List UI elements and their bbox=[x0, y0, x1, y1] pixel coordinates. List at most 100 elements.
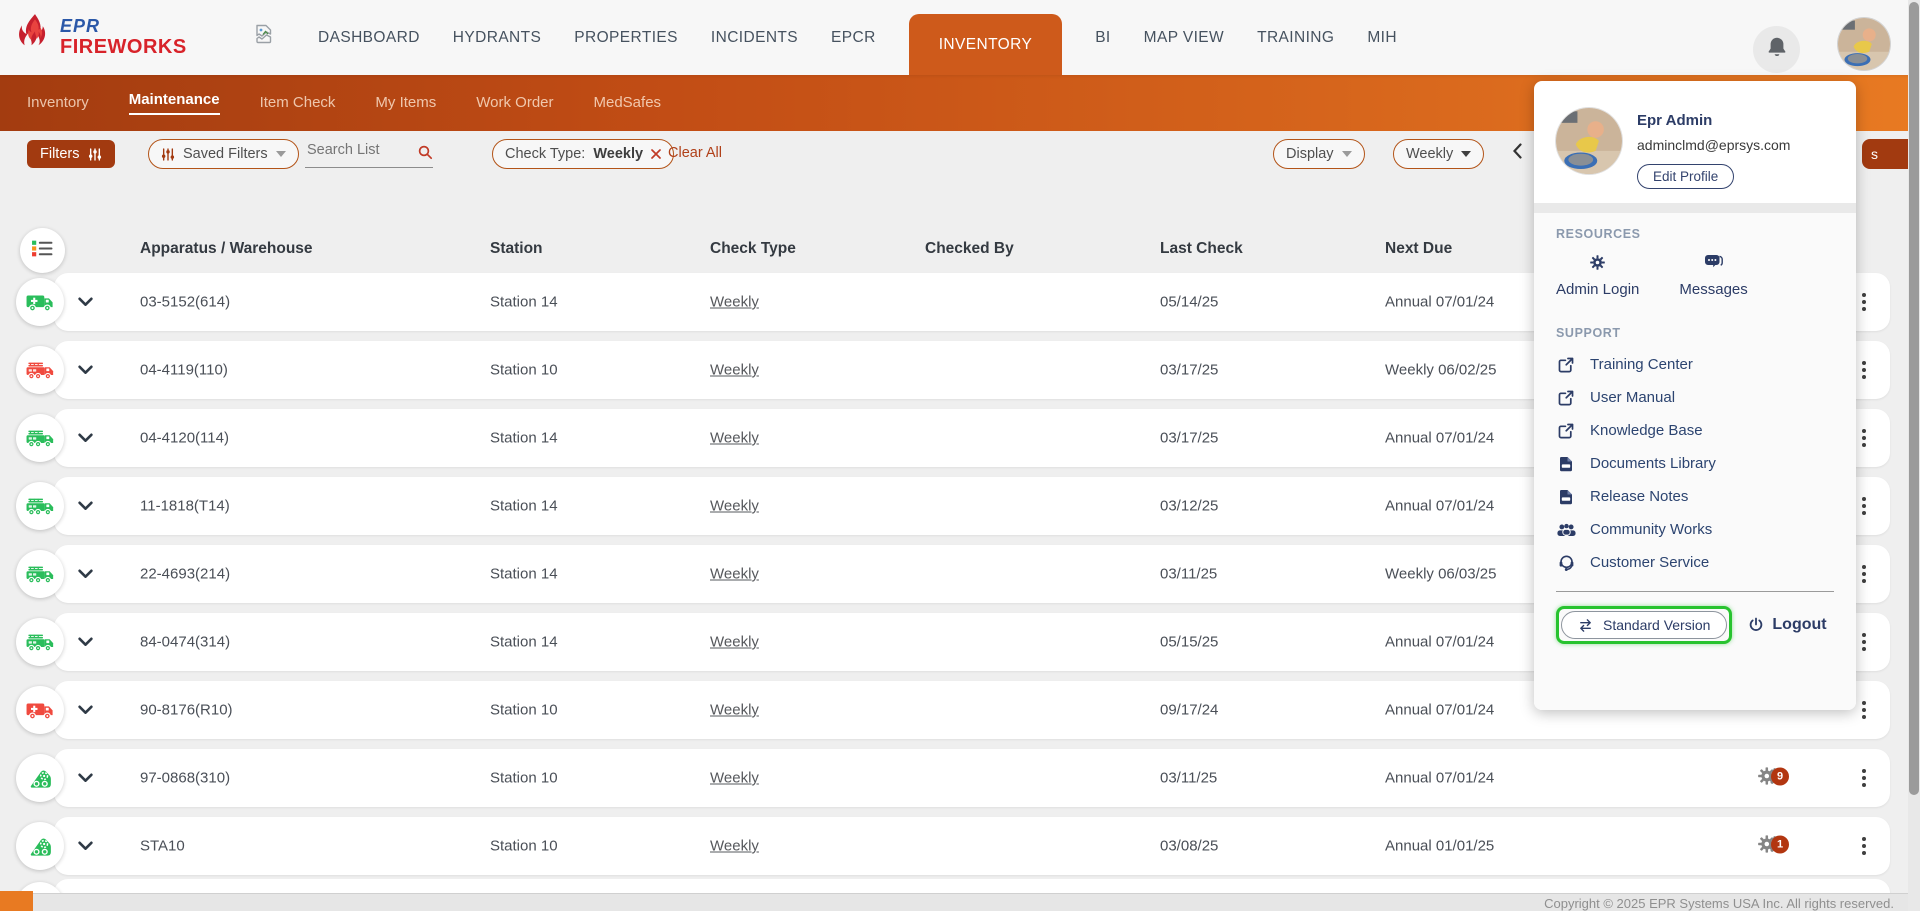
expand-chevron-icon[interactable] bbox=[78, 501, 93, 511]
support-link-knowledge-base[interactable]: Knowledge Base bbox=[1556, 414, 1834, 447]
support-link-training-center[interactable]: Training Center bbox=[1556, 348, 1834, 381]
expand-chevron-icon[interactable] bbox=[78, 433, 93, 443]
popup-divider bbox=[1556, 591, 1834, 592]
row-menu-icon[interactable] bbox=[1862, 361, 1866, 379]
search-icon[interactable] bbox=[418, 145, 433, 165]
filters-button[interactable]: Filters bbox=[27, 140, 115, 168]
nav-item-epcr[interactable]: EPCR bbox=[831, 29, 876, 47]
scrollbar-thumb[interactable] bbox=[1909, 2, 1919, 795]
standard-version-button[interactable]: Standard Version bbox=[1561, 611, 1727, 639]
status-legend-button[interactable] bbox=[20, 228, 65, 273]
nav-item-inventory[interactable]: INVENTORY bbox=[909, 14, 1062, 75]
equipment-icon-green bbox=[16, 822, 64, 870]
people-icon bbox=[1556, 523, 1576, 537]
expand-chevron-icon[interactable] bbox=[78, 365, 93, 375]
check-type-link[interactable]: Weekly bbox=[710, 294, 759, 311]
nav-item-incidents[interactable]: INCIDENTS bbox=[711, 29, 798, 47]
table-row: STA10Station 1003/08/25Annual 01/01/25We… bbox=[0, 817, 1920, 875]
row-menu-icon[interactable] bbox=[1862, 837, 1866, 855]
epr-fireworks-logo[interactable]: EPR FIREWORKS bbox=[16, 13, 187, 60]
support-link-customer-service[interactable]: Customer Service bbox=[1556, 546, 1834, 579]
nav-item-mih[interactable]: MIH bbox=[1367, 29, 1397, 47]
edit-profile-button[interactable]: Edit Profile bbox=[1637, 164, 1734, 189]
ambulance-icon-red bbox=[16, 686, 64, 734]
expand-chevron-icon[interactable] bbox=[78, 637, 93, 647]
resource-item-admin-login[interactable]: Admin Login bbox=[1556, 254, 1639, 298]
nav-item-training[interactable]: TRAINING bbox=[1257, 29, 1334, 47]
support-link-label: Training Center bbox=[1590, 356, 1693, 373]
expand-chevron-icon[interactable] bbox=[78, 841, 93, 851]
expand-chevron-icon[interactable] bbox=[78, 569, 93, 579]
maintenance-gear-icon[interactable]: 1 bbox=[1756, 832, 1781, 861]
subnav-item-medsafes[interactable]: MedSafes bbox=[594, 94, 662, 113]
check-type-link[interactable]: Weekly bbox=[710, 430, 759, 447]
expand-chevron-icon[interactable] bbox=[78, 705, 93, 715]
row-menu-icon[interactable] bbox=[1862, 429, 1866, 447]
resource-item-label: Admin Login bbox=[1556, 281, 1639, 298]
check-type-link[interactable]: Weekly bbox=[710, 634, 759, 651]
row-card: 97-0868(310)Station 1003/11/25Annual 07/… bbox=[54, 749, 1890, 807]
footer: Copyright © 2025 EPR Systems USA Inc. Al… bbox=[0, 893, 1920, 911]
last-check-cell: 05/14/25 bbox=[1160, 294, 1218, 311]
firetruck-icon-green bbox=[16, 482, 64, 530]
support-link-user-manual[interactable]: User Manual bbox=[1556, 381, 1834, 414]
popup-divider-band bbox=[1534, 203, 1856, 213]
apparatus-id: 22-4693(214) bbox=[140, 566, 230, 583]
nav-item-map-view[interactable]: MAP VIEW bbox=[1144, 29, 1224, 47]
nav-item-bi[interactable]: BI bbox=[1095, 29, 1110, 47]
check-type-link[interactable]: Weekly bbox=[710, 498, 759, 515]
logout-button[interactable]: Logout bbox=[1748, 616, 1826, 634]
next-due-cell: Annual 07/01/24 bbox=[1385, 634, 1494, 651]
user-avatar[interactable] bbox=[1838, 18, 1890, 70]
support-link-documents-library[interactable]: Documents Library bbox=[1556, 447, 1834, 480]
maintenance-gear-wrap: 9 bbox=[1756, 776, 1781, 793]
row-menu-icon[interactable] bbox=[1862, 769, 1866, 787]
equipment-icon-green bbox=[16, 754, 64, 802]
row-menu-icon[interactable] bbox=[1862, 565, 1866, 583]
nav-item-properties[interactable]: PROPERTIES bbox=[574, 29, 678, 47]
check-type-link[interactable]: Weekly bbox=[710, 362, 759, 379]
nav-item-hydrants[interactable]: HYDRANTS bbox=[453, 29, 541, 47]
chip-label: Check Type: bbox=[505, 146, 585, 162]
support-link-label: Customer Service bbox=[1590, 554, 1709, 571]
row-menu-icon[interactable] bbox=[1862, 633, 1866, 651]
resource-item-messages[interactable]: Messages bbox=[1679, 254, 1747, 298]
apparatus-id: 04-4120(114) bbox=[140, 430, 229, 447]
check-type-link[interactable]: Weekly bbox=[710, 702, 759, 719]
row-menu-icon[interactable] bbox=[1862, 497, 1866, 515]
subnav-item-my-items[interactable]: My Items bbox=[375, 94, 436, 113]
nav-item-dashboard[interactable]: DASHBOARD bbox=[318, 29, 420, 47]
expand-chevron-icon[interactable] bbox=[78, 297, 93, 307]
search-input[interactable] bbox=[305, 141, 413, 159]
check-type-link[interactable]: Weekly bbox=[710, 566, 759, 583]
support-link-release-notes[interactable]: Release Notes bbox=[1556, 480, 1834, 513]
subnav-item-work-order[interactable]: Work Order bbox=[476, 94, 553, 113]
notifications-button[interactable] bbox=[1753, 26, 1800, 73]
maintenance-gear-icon[interactable]: 9 bbox=[1756, 764, 1781, 793]
display-dropdown[interactable]: Display bbox=[1273, 139, 1365, 169]
subnav-item-maintenance[interactable]: Maintenance bbox=[129, 91, 220, 115]
check-type-link[interactable]: Weekly bbox=[710, 838, 759, 855]
external-link-icon bbox=[1556, 357, 1576, 373]
subnav-item-inventory[interactable]: Inventory bbox=[27, 94, 89, 113]
row-menu-icon[interactable] bbox=[1862, 293, 1866, 311]
saved-filters-dropdown[interactable]: Saved Filters bbox=[148, 139, 299, 169]
col-header-station: Station bbox=[490, 240, 543, 258]
station-cell: Station 10 bbox=[490, 362, 558, 379]
corner-widget-cutoff bbox=[0, 891, 33, 911]
popup-body: RESOURCES Admin LoginMessages SUPPORT Tr… bbox=[1534, 213, 1856, 710]
collapse-panel-icon[interactable] bbox=[1512, 143, 1522, 164]
table-row-partial bbox=[0, 879, 1920, 893]
support-link-community-works[interactable]: Community Works bbox=[1556, 513, 1834, 546]
subnav-item-item-check[interactable]: Item Check bbox=[260, 94, 336, 113]
firetruck-icon-red bbox=[16, 346, 64, 394]
last-check-cell: 09/17/24 bbox=[1160, 702, 1218, 719]
chip-remove-icon[interactable] bbox=[651, 149, 661, 159]
expand-chevron-icon[interactable] bbox=[78, 773, 93, 783]
row-menu-icon[interactable] bbox=[1862, 701, 1866, 719]
col-header-check-type: Check Type bbox=[710, 240, 796, 258]
clear-all-link[interactable]: Clear All bbox=[668, 145, 722, 161]
period-dropdown[interactable]: Weekly bbox=[1393, 139, 1484, 169]
check-type-link[interactable]: Weekly bbox=[710, 770, 759, 787]
status-legend-icon bbox=[31, 239, 54, 263]
